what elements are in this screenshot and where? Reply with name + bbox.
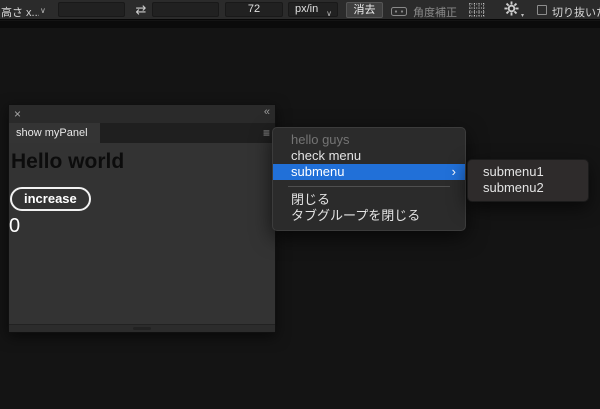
tab-show-mypanel[interactable]: show myPanel: [9, 123, 100, 143]
level-icon: [391, 7, 407, 16]
panel-flyout-menu-icon[interactable]: ≡: [263, 126, 270, 140]
overlay-grid-icon[interactable]: [468, 2, 486, 18]
chevron-down-icon: ∨: [326, 9, 332, 18]
menu-item-close[interactable]: 閉じる: [273, 192, 465, 208]
aspect-ratio-label: 高さ x...: [1, 7, 39, 19]
submenu-arrow-icon: ›: [451, 164, 456, 179]
gear-dropdown-mark-icon: ▾: [520, 13, 524, 19]
photoshop-window: 高さ x... ∨ ⇄ 72 px/in ∨ 消去 角度補正 ▾ 切り抜い × …: [0, 0, 600, 409]
menu-item-submenu[interactable]: submenu ›: [273, 164, 465, 180]
menu-item-check-menu[interactable]: check menu: [273, 148, 465, 164]
panel-resize-bar[interactable]: [9, 324, 275, 332]
submenu-flyout: submenu1 submenu2: [467, 159, 589, 202]
panel-header[interactable]: × «: [9, 105, 275, 123]
menu-item-close-tab-group[interactable]: タブグループを閉じる: [273, 208, 465, 224]
delete-cropped-pixels-checkbox[interactable]: [537, 5, 547, 15]
counter-value: 0: [9, 215, 21, 237]
menu-item-submenu2[interactable]: submenu2: [468, 180, 588, 196]
menu-item-submenu1[interactable]: submenu1: [468, 164, 588, 180]
delete-cropped-pixels-label: 切り抜いた: [552, 7, 600, 19]
unit-dropdown[interactable]: px/in ∨: [288, 2, 338, 18]
menu-item-hello-guys[interactable]: hello guys: [273, 132, 465, 148]
plugin-panel: × « show myPanel ≡ Hello world increase …: [8, 104, 276, 333]
collapse-panel-icon[interactable]: «: [264, 106, 270, 118]
resolution-field[interactable]: 72: [225, 2, 283, 17]
straighten-label: 角度補正: [413, 7, 457, 19]
chevron-down-icon: ∨: [40, 6, 46, 15]
aspect-ratio-dropdown[interactable]: 高さ x... ∨: [0, 0, 56, 20]
crop-height-field[interactable]: [152, 2, 219, 17]
crop-width-field[interactable]: [58, 2, 125, 17]
panel-context-menu: hello guys check menu submenu › 閉じる タブグル…: [272, 127, 466, 231]
hello-world-heading: Hello world: [11, 150, 125, 173]
settings-gear-icon[interactable]: ▾: [504, 1, 524, 19]
increase-button[interactable]: increase: [10, 187, 91, 211]
options-toolbar: 高さ x... ∨ ⇄ 72 px/in ∨ 消去 角度補正 ▾ 切り抜い: [0, 0, 600, 20]
unit-dropdown-value: px/in: [295, 3, 319, 15]
toolbar-shadow-strip: [0, 21, 600, 28]
close-icon[interactable]: ×: [14, 107, 21, 121]
clear-button[interactable]: 消去: [346, 2, 383, 18]
menu-item-submenu-label: submenu: [291, 164, 345, 179]
swap-dimensions-icon[interactable]: ⇄: [131, 2, 151, 18]
panel-content: Hello world increase 0: [9, 143, 275, 324]
menu-separator: [288, 186, 450, 187]
panel-tab-bar: show myPanel ≡: [9, 123, 275, 143]
resize-gripper: [133, 327, 151, 330]
